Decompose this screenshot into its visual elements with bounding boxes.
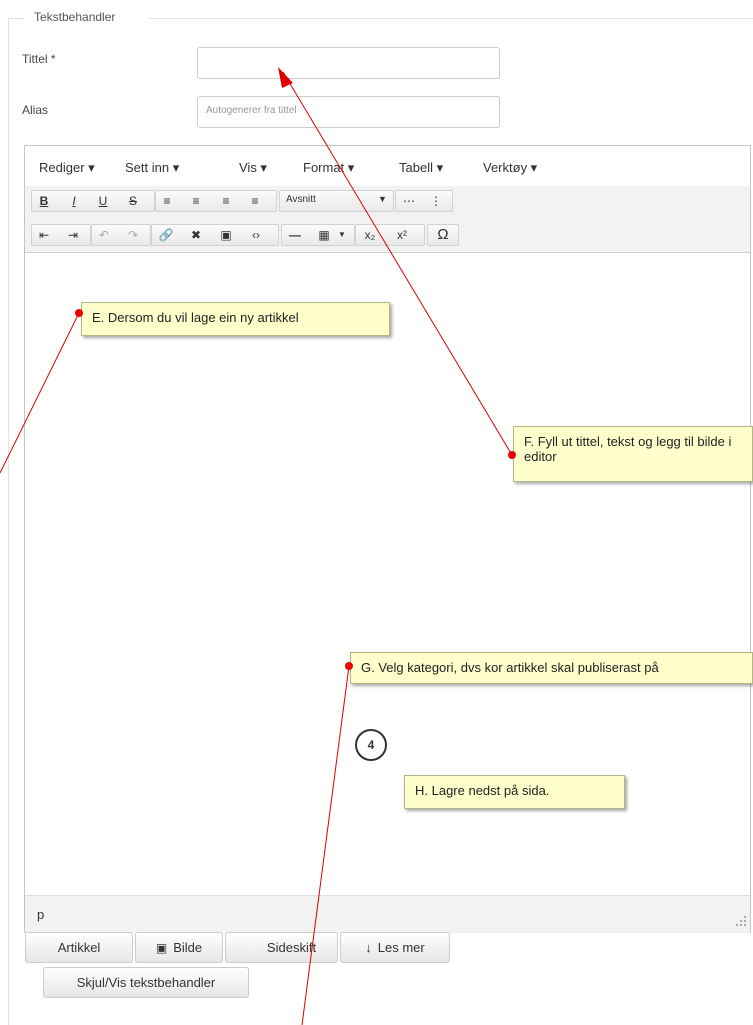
annotation-h: H. Lagre nedst på sida.: [404, 775, 625, 809]
arrow-f-line: [282, 71, 513, 456]
annotation-e: E. Dersom du vil lage ein ny artikkel: [81, 302, 390, 336]
annotation-arrows: [0, 67, 513, 1025]
annotation-h-text: H. Lagre nedst på sida.: [415, 783, 550, 798]
annotation-g-dot: [345, 662, 353, 670]
annotation-f: F. Fyll ut tittel, tekst og legg til bil…: [513, 426, 753, 482]
annotation-f-text: F. Fyll ut tittel, tekst og legg til bil…: [524, 434, 732, 464]
annotation-e-text: E. Dersom du vil lage ein ny artikkel: [92, 310, 299, 325]
annotation-g: G. Velg kategori, dvs kor artikkel skal …: [350, 652, 753, 684]
annotation-e-dot: [75, 309, 83, 317]
arrow-g-line: [301, 665, 350, 1025]
arrow-e-line: [0, 312, 80, 474]
annotation-g-text: G. Velg kategori, dvs kor artikkel skal …: [361, 660, 659, 675]
annotation-f-dot: [508, 451, 516, 459]
step-number-badge: 4: [355, 729, 387, 761]
